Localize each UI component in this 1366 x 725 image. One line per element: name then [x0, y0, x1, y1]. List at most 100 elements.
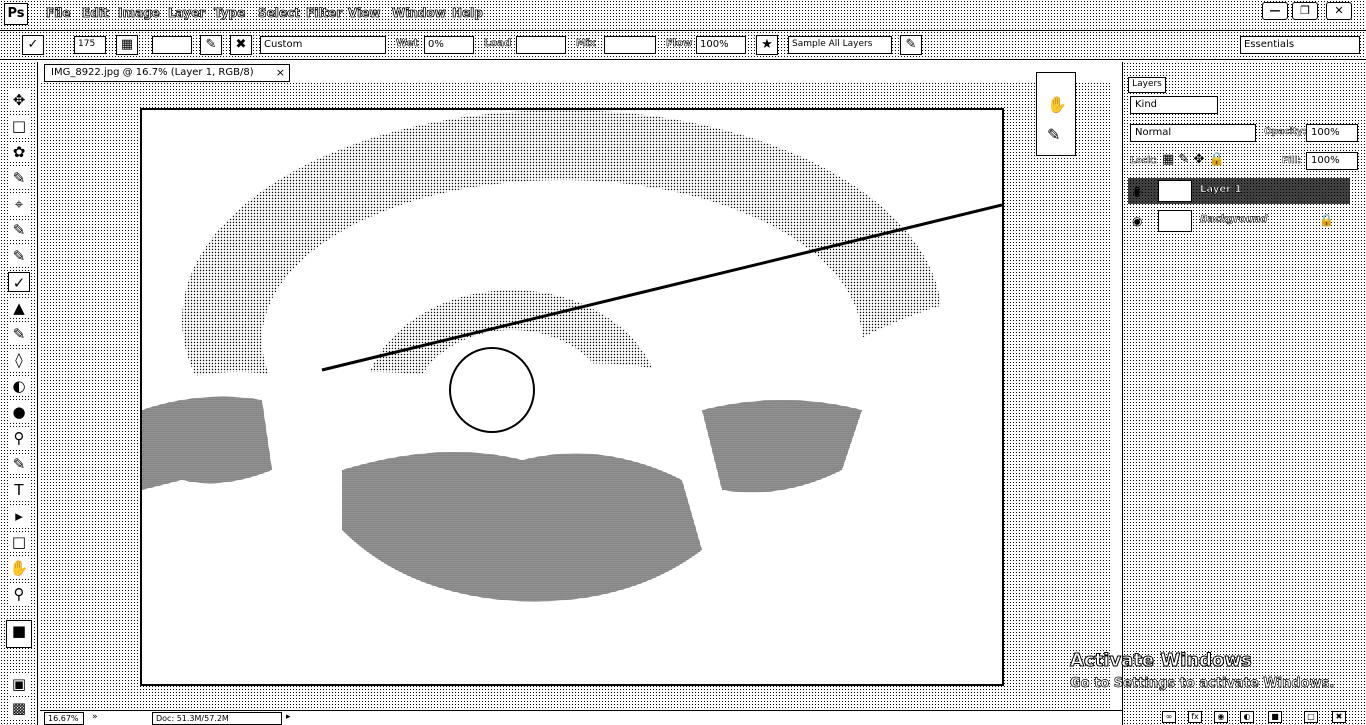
layer-style-icon[interactable]: fx	[1188, 711, 1202, 723]
dodge-tool-icon[interactable]: ⚲	[8, 428, 30, 448]
menu-bar: Ps File Edit Image Layer Type Select Fil…	[0, 0, 1366, 30]
document-canvas[interactable]	[140, 108, 1004, 686]
gradient-tool-icon[interactable]: ◐	[8, 376, 30, 396]
opacity-input[interactable]: 100%	[1306, 124, 1358, 142]
menu-window[interactable]: Window	[392, 6, 447, 21]
healing-brush-tool-icon[interactable]: ✎	[8, 246, 30, 266]
layer-row-layer-1[interactable]: ◉ Layer 1	[1128, 178, 1350, 204]
delete-layer-icon[interactable]: ✖	[1332, 711, 1346, 723]
new-layer-icon[interactable]: □	[1304, 711, 1318, 723]
minimize-button[interactable]: —	[1262, 2, 1288, 20]
quick-select-tool-icon[interactable]: ✎	[8, 168, 30, 188]
paint-swatch[interactable]	[152, 36, 192, 54]
lock-label: Lock:	[1130, 156, 1157, 167]
pressure-icon[interactable]: ✎	[900, 35, 922, 55]
marquee-tool-icon[interactable]: □	[8, 116, 30, 136]
quick-mask-icon[interactable]: ▣	[8, 674, 30, 694]
activate-windows-subtitle: Go to Settings to activate Windows.	[1070, 676, 1335, 692]
layer-thumbnail	[1158, 180, 1192, 202]
sample-all-layers-checkbox[interactable]: Sample All Layers	[788, 36, 892, 54]
visibility-eye-icon[interactable]: ◉	[1132, 184, 1142, 198]
zoom-level[interactable]: 16.67%	[44, 712, 84, 725]
blend-mode-select[interactable]: Normal	[1130, 124, 1256, 142]
restore-button[interactable]: ❐	[1292, 2, 1318, 20]
mix-input[interactable]	[604, 36, 656, 54]
menu-image[interactable]: Image	[118, 6, 161, 21]
type-tool-icon[interactable]: T	[8, 480, 30, 500]
eraser-tool-icon[interactable]: ◊	[8, 350, 30, 370]
path-selection-tool-icon[interactable]: ▸	[8, 506, 30, 526]
zoom-tool-icon[interactable]: ⚲	[8, 584, 30, 604]
lock-icon: 🔒	[1319, 213, 1334, 227]
color-swatches-icon[interactable]: ■	[6, 620, 32, 648]
load-label: Load	[484, 38, 512, 50]
load-brush-icon[interactable]: ✎	[200, 35, 222, 55]
menu-layer[interactable]: Layer	[168, 6, 206, 21]
move-tool-icon[interactable]: ✥	[8, 90, 30, 110]
status-bar: 16.67% » Doc: 51.3M/57.2M ▸	[40, 710, 1122, 725]
hand-icon[interactable]: ✋	[1047, 95, 1067, 114]
tools-panel: ✥ □ ✿ ✎ ⌖ ✎ ✎ ✓ ▲ ✎ ◊ ◐ ● ⚲ ✎ T ▸ □ ✋ ⚲ …	[0, 62, 38, 725]
preset-select[interactable]: Custom	[260, 36, 386, 54]
flow-label: Flow	[666, 38, 693, 50]
doc-size-info: Doc: 51.3M/57.2M	[152, 712, 282, 725]
brush-panel-icon[interactable]: ▦	[116, 35, 138, 55]
clean-brush-icon[interactable]: ✖	[230, 35, 252, 55]
layer-name: Background	[1200, 214, 1268, 226]
menu-view[interactable]: View	[348, 6, 381, 21]
status-arrow-icon[interactable]: »	[92, 712, 98, 722]
menu-help[interactable]: Help	[452, 6, 484, 21]
lasso-tool-icon[interactable]: ✿	[8, 142, 30, 162]
crop-tool-icon[interactable]: ⌖	[8, 194, 30, 214]
mixer-brush-tool-icon[interactable]: ✓	[22, 35, 44, 55]
eyedropper-tool-icon[interactable]: ✎	[8, 220, 30, 240]
fill-label: Fill:	[1282, 156, 1302, 167]
canvas-area	[40, 82, 1112, 710]
canvas-image	[142, 110, 1002, 684]
layers-tab[interactable]: Layers	[1128, 77, 1166, 93]
layers-panel-actions: ∞ fx ◉ ◐ ■ □ ✖	[1156, 710, 1362, 725]
load-input[interactable]	[516, 36, 566, 54]
layer-thumbnail	[1158, 210, 1192, 232]
close-button[interactable]: ✕	[1326, 2, 1352, 20]
add-mask-icon[interactable]: ◉	[1214, 711, 1228, 723]
wet-label: Wet	[396, 38, 419, 50]
menu-edit[interactable]: Edit	[82, 6, 109, 21]
status-menu-icon[interactable]: ▸	[286, 712, 291, 722]
workspace-select[interactable]: Essentials	[1240, 36, 1360, 54]
wet-input[interactable]: 0%	[424, 36, 474, 54]
document-tab[interactable]: IMG_8922.jpg @ 16.7% (Layer 1, RGB/8) ×	[44, 64, 290, 82]
menu-file[interactable]: File	[46, 6, 71, 21]
history-brush-tool-icon[interactable]: ✎	[8, 324, 30, 344]
brush-size-picker[interactable]: 175	[74, 36, 106, 54]
menu-type[interactable]: Type	[214, 6, 246, 21]
photoshop-logo: Ps	[4, 3, 28, 25]
floating-tool-panel: ✋ ✎	[1036, 72, 1076, 156]
new-group-icon[interactable]: ■	[1268, 711, 1282, 723]
airbrush-icon[interactable]: ★	[756, 35, 778, 55]
brush-presets-icon[interactable]: ✎	[1047, 125, 1060, 144]
blur-tool-icon[interactable]: ●	[8, 402, 30, 422]
layer-row-background[interactable]: ◉ Background 🔒	[1128, 208, 1350, 234]
flow-input[interactable]: 100%	[696, 36, 746, 54]
lock-icons[interactable]: ▦ ✎ ✥ 🔒	[1162, 152, 1225, 167]
mix-label: Mix	[576, 38, 596, 50]
options-bar: ✓ 175 ▦ ✎ ✖ Custom Wet 0% Load Mix Flow …	[0, 30, 1366, 60]
menu-filter[interactable]: Filter	[306, 6, 343, 21]
close-document-icon[interactable]: ×	[276, 65, 285, 80]
brush-tool-icon[interactable]: ✓	[8, 272, 30, 292]
activate-windows-title: Activate Windows	[1070, 650, 1253, 672]
pen-tool-icon[interactable]: ✎	[8, 454, 30, 474]
fill-input[interactable]: 100%	[1306, 152, 1358, 170]
opacity-label: Opacity:	[1264, 127, 1307, 138]
adjustment-layer-icon[interactable]: ◐	[1240, 711, 1254, 723]
screen-mode-icon[interactable]: ▩	[8, 698, 30, 718]
clone-stamp-tool-icon[interactable]: ▲	[8, 298, 30, 318]
menu-select[interactable]: Select	[258, 6, 301, 21]
link-layers-icon[interactable]: ∞	[1162, 711, 1176, 723]
layer-name: Layer 1	[1200, 184, 1242, 196]
shape-tool-icon[interactable]: □	[8, 532, 30, 552]
layer-kind-filter[interactable]: Kind	[1130, 96, 1218, 114]
hand-tool-icon[interactable]: ✋	[8, 558, 30, 578]
visibility-eye-icon[interactable]: ◉	[1132, 214, 1142, 228]
